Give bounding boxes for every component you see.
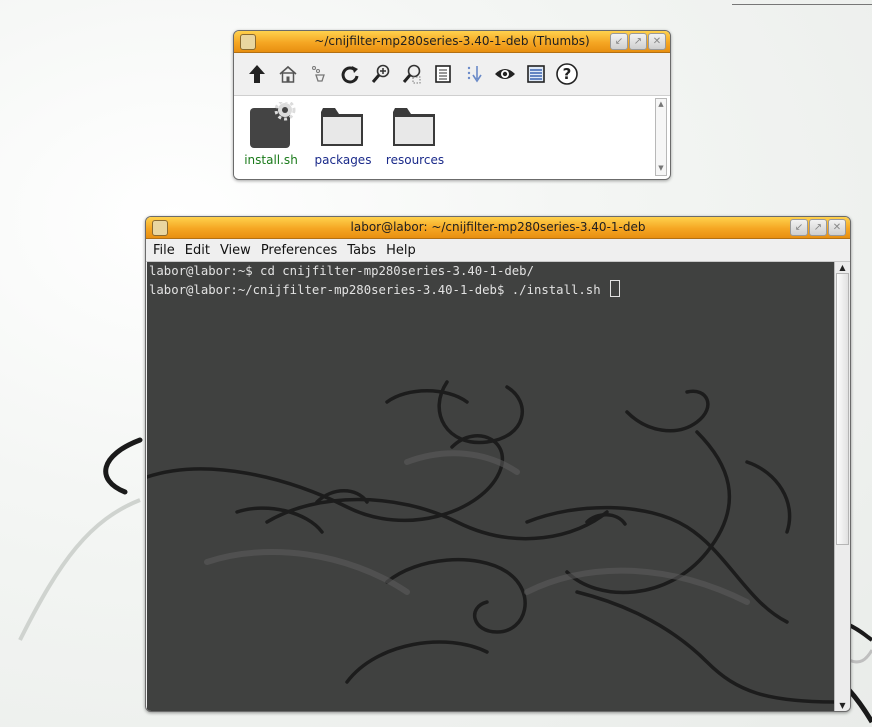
minimize-icon[interactable]: ↙	[610, 33, 628, 50]
menu-file[interactable]: File	[153, 243, 175, 258]
menu-view[interactable]: View	[220, 243, 251, 258]
scroll-down-arrow-icon[interactable]: ▼	[835, 700, 850, 711]
refresh-icon[interactable]	[337, 61, 363, 87]
sort-icon[interactable]	[461, 61, 487, 87]
up-arrow-icon[interactable]	[244, 61, 270, 87]
terminal-swirl-background	[147, 380, 834, 704]
close-icon[interactable]: ✕	[648, 33, 666, 50]
menu-edit[interactable]: Edit	[185, 243, 210, 258]
file-view-area: install.sh packages resources ▲ ▼	[234, 96, 670, 179]
close-icon[interactable]: ✕	[828, 219, 846, 236]
maximize-icon[interactable]: ↗	[809, 219, 827, 236]
file-manager-toolbar: ?	[234, 53, 670, 96]
menu-tabs[interactable]: Tabs	[347, 243, 376, 258]
scroll-up-arrow-icon[interactable]: ▲	[656, 99, 666, 109]
file-view-scrollbar[interactable]: ▲ ▼	[655, 98, 667, 176]
terminal-cursor	[610, 280, 621, 297]
menu-preferences[interactable]: Preferences	[261, 243, 337, 258]
file-manager-window: ~/cnijfilter-mp280series-3.40-1-deb (Thu…	[233, 30, 671, 180]
maximize-icon[interactable]: ↗	[629, 33, 647, 50]
zoom-in-icon[interactable]	[368, 61, 394, 87]
folder-item-label: resources	[385, 153, 445, 167]
help-icon[interactable]: ?	[554, 61, 580, 87]
scrollbar-thumb[interactable]	[836, 273, 849, 545]
terminal-title: labor@labor: ~/cnijfilter-mp280series-3.…	[350, 220, 646, 234]
folder-icon	[393, 108, 435, 146]
scroll-down-arrow-icon[interactable]: ▼	[656, 163, 666, 173]
terminal-window: labor@labor: ~/cnijfilter-mp280series-3.…	[145, 216, 851, 712]
file-item-label: install.sh	[244, 153, 298, 167]
terminal-menubar: File Edit View Preferences Tabs Help	[146, 239, 850, 262]
home-icon[interactable]	[275, 61, 301, 87]
scroll-up-arrow-icon[interactable]: ▲	[835, 262, 850, 273]
menu-help[interactable]: Help	[386, 243, 416, 258]
file-manager-title: ~/cnijfilter-mp280series-3.40-1-deb (Thu…	[314, 34, 590, 48]
minimize-icon[interactable]: ↙	[790, 219, 808, 236]
details-view-icon[interactable]	[523, 61, 549, 87]
folder-item-label: packages	[314, 153, 372, 167]
file-item-install-sh[interactable]: install.sh	[238, 102, 304, 167]
terminal-titlebar[interactable]: labor@labor: ~/cnijfilter-mp280series-3.…	[146, 217, 850, 239]
executable-script-icon	[250, 102, 296, 148]
terminal-line-text: labor@labor:~/cnijfilter-mp280series-3.4…	[149, 283, 609, 297]
folder-icon	[321, 108, 363, 146]
terminal-prompt-line: labor@labor:~/cnijfilter-mp280series-3.4…	[147, 280, 834, 299]
terminal-line: labor@labor:~$ cd cnijfilter-mp280series…	[149, 264, 534, 278]
bookmarks-icon[interactable]	[306, 61, 332, 87]
folder-item-resources[interactable]: resources	[382, 102, 448, 167]
folder-item-packages[interactable]: packages	[310, 102, 376, 167]
zoom-out-icon[interactable]	[399, 61, 425, 87]
svg-text:?: ?	[563, 65, 572, 83]
terminal-output[interactable]: labor@labor:~$ cd cnijfilter-mp280series…	[147, 262, 834, 711]
terminal-scrollbar[interactable]: ▲ ▼	[834, 262, 850, 711]
list-view-icon[interactable]	[430, 61, 456, 87]
file-manager-titlebar[interactable]: ~/cnijfilter-mp280series-3.40-1-deb (Thu…	[234, 31, 670, 53]
show-hidden-eye-icon[interactable]	[492, 61, 518, 87]
